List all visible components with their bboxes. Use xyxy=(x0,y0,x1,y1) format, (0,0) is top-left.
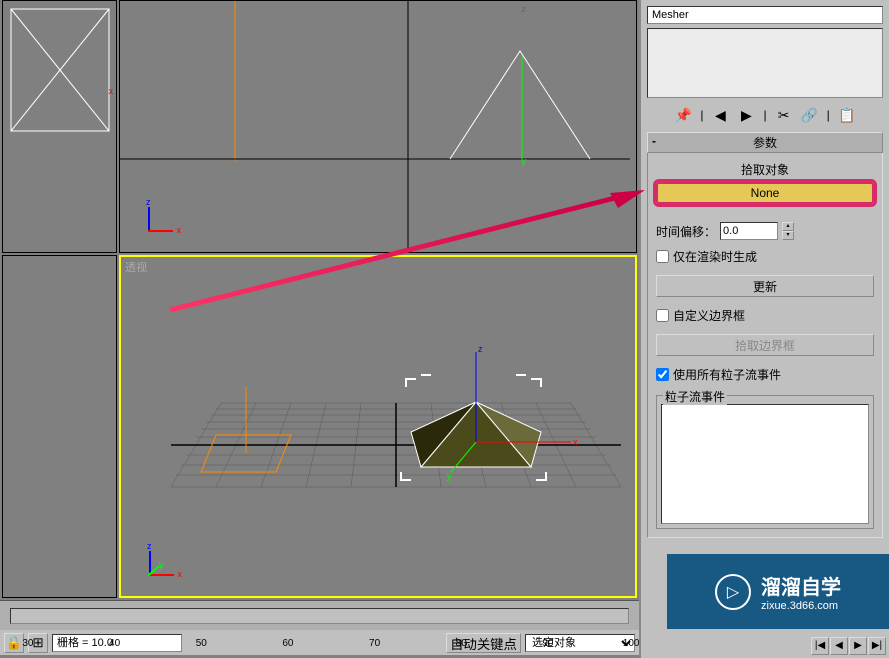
tool-icon-2[interactable]: 🔗 xyxy=(801,106,819,124)
axis-label-z: z xyxy=(522,4,527,14)
rollout-header[interactable]: - 参数 xyxy=(647,132,883,153)
nav-play[interactable]: ▶ xyxy=(849,637,867,655)
viewport-top[interactable]: x xyxy=(2,0,117,253)
rollout-title: 参数 xyxy=(753,136,777,150)
watermark-title: 溜溜自学 xyxy=(761,571,841,600)
pick-bbox-button[interactable]: 拾取边界框 xyxy=(656,334,874,356)
spinner-down[interactable]: ▾ xyxy=(782,231,794,240)
play-icon: ▷ xyxy=(715,574,751,610)
tool-icons: 📌 | ◀ ▶ | ✂ 🔗 | 📋 xyxy=(643,102,887,128)
axis-label-y: y xyxy=(522,156,527,166)
custom-bbox-checkbox[interactable] xyxy=(656,309,669,322)
wireframe-shape xyxy=(3,1,116,252)
pin-icon[interactable]: 📌 xyxy=(674,106,692,124)
svg-text:z: z xyxy=(478,344,483,354)
lock-button[interactable]: 🔒 xyxy=(4,633,24,653)
pick-object-button[interactable]: None xyxy=(656,182,874,204)
viewport-perspective[interactable]: 透视 xyxy=(119,255,637,598)
nav-prev[interactable]: ◀ xyxy=(830,637,848,655)
watermark: ▷ 溜溜自学 zixue.3d66.com xyxy=(667,554,889,629)
axis-gizmo: z x xyxy=(148,202,178,232)
time-offset-input[interactable] xyxy=(720,222,778,240)
viewport-front[interactable]: y z z x xyxy=(119,0,637,253)
watermark-url: zixue.3d66.com xyxy=(761,600,838,612)
perspective-scene: x y z xyxy=(121,257,635,596)
viewport-content xyxy=(120,1,636,252)
use-all-events-label: 使用所有粒子流事件 xyxy=(673,366,781,383)
render-only-checkbox[interactable] xyxy=(656,250,669,263)
next-icon[interactable]: ▶ xyxy=(737,106,755,124)
tool-icon-3[interactable]: 📋 xyxy=(838,106,856,124)
pick-section-label: 拾取对象 xyxy=(656,161,874,178)
svg-text:y: y xyxy=(447,471,452,481)
timeline[interactable]: 30 40 50 60 70 80 90 100 xyxy=(0,600,639,630)
viewport-left[interactable] xyxy=(2,255,117,598)
update-button[interactable]: 更新 xyxy=(656,275,874,297)
time-offset-label: 时间偏移： xyxy=(656,223,716,240)
events-group-label: 粒子流事件 xyxy=(663,388,727,405)
prev-icon[interactable]: ◀ xyxy=(711,106,729,124)
svg-text:x: x xyxy=(573,437,578,447)
axis-gizmo-persp: z x y xyxy=(149,546,179,576)
color-swatch[interactable] xyxy=(647,28,883,98)
events-list[interactable] xyxy=(661,404,869,524)
use-all-events-checkbox[interactable] xyxy=(656,368,669,381)
custom-bbox-label: 自定义边界框 xyxy=(673,307,745,324)
spinner-up[interactable]: ▴ xyxy=(782,222,794,231)
axis-label-x: x xyxy=(109,86,114,96)
render-only-label: 仅在渲染时生成 xyxy=(673,248,757,265)
tool-icon-1[interactable]: ✂ xyxy=(775,106,793,124)
nav-first[interactable]: |◀ xyxy=(811,637,829,655)
nav-next[interactable]: ▶| xyxy=(868,637,886,655)
object-name-field[interactable]: Mesher xyxy=(647,6,883,24)
collapse-icon: - xyxy=(652,134,656,148)
